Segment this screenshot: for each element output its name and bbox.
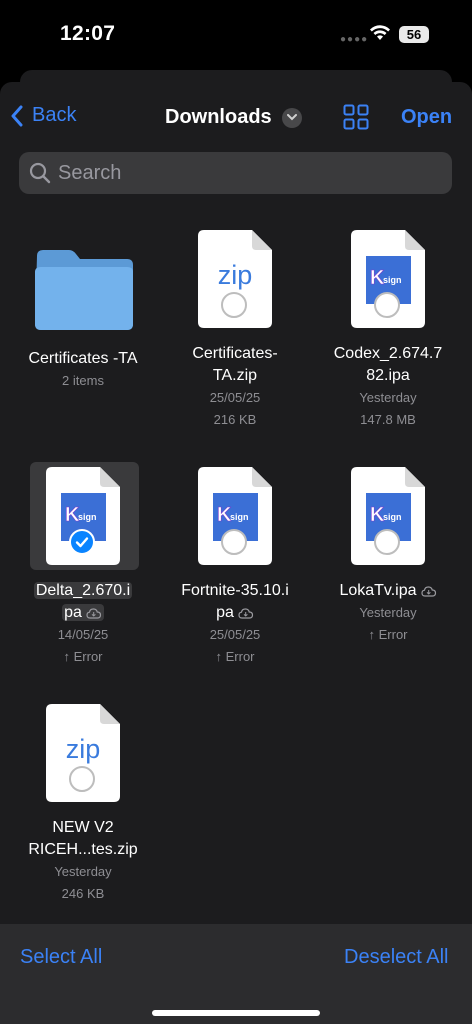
file-item[interactable]: Ksign Fortnite-35.10.i pa 25/05/25 ↑ Err…: [160, 467, 310, 668]
wifi-icon: [369, 25, 391, 46]
file-item[interactable]: zip Certificates- TA.zip 25/05/25 216 KB: [160, 230, 310, 431]
search-field[interactable]: Search: [19, 152, 452, 194]
zip-file-icon: zip: [46, 704, 120, 802]
chevron-down-icon: [281, 107, 302, 128]
file-date: Yesterday: [359, 605, 417, 620]
selection-circle[interactable]: [69, 766, 95, 792]
zip-file-icon: zip: [198, 230, 272, 328]
file-name-row: LokaTv.ipa: [313, 580, 463, 602]
ksign-file-icon: Ksign: [198, 467, 272, 565]
svg-text:sign: sign: [78, 512, 97, 522]
svg-text:sign: sign: [383, 512, 402, 522]
upload-error-status: ↑ Error: [368, 627, 408, 642]
file-name-line2: TA.zip: [212, 367, 258, 384]
title-menu[interactable]: Downloads: [165, 106, 302, 129]
file-date: 25/05/25: [209, 390, 261, 405]
file-name-highlight: Delta_2.670.i: [33, 582, 133, 599]
checkmark-icon[interactable]: [69, 529, 95, 555]
file-name-line2: pa: [64, 604, 82, 621]
status-bar: 12:07 ●●●● 56: [0, 0, 472, 70]
folder-icon: [35, 250, 133, 330]
open-button[interactable]: Open: [401, 106, 452, 129]
status-time: 12:07: [60, 22, 116, 45]
file-name-line2-row: pa: [160, 602, 310, 624]
chevron-left-icon: [11, 105, 23, 126]
select-all-button[interactable]: Select All: [20, 946, 102, 969]
zip-label: zip: [217, 260, 253, 290]
selection-circle[interactable]: [221, 292, 247, 318]
file-item[interactable]: zip NEW V2 RICEH...tes.zip Yesterday 246…: [8, 704, 158, 905]
file-name-line1: Delta_2.670.i: [8, 580, 158, 602]
signal-dots-icon: ●●●●: [340, 34, 369, 45]
upload-error-status: ↑ Error: [215, 649, 255, 664]
icloud-icon: [238, 608, 253, 619]
file-name-line1: Certificates-: [192, 345, 278, 362]
file-name-line2-row: pa: [8, 602, 158, 624]
selection-circle[interactable]: [374, 292, 400, 318]
file-size: 147.8 MB: [360, 412, 416, 427]
file-item[interactable]: Ksign Codex_2.674.7 82.ipa Yesterday 147…: [313, 230, 463, 431]
file-name-line2: 82.ipa: [366, 367, 410, 384]
zip-label: zip: [65, 734, 101, 764]
file-item-selected[interactable]: Ksign Delta_2.670.i pa 14/05/25 ↑ Error: [8, 467, 158, 668]
ksign-file-icon: Ksign: [46, 467, 120, 565]
selection-circle[interactable]: [221, 529, 247, 555]
folder-item[interactable]: Certificates -TA 2 items: [8, 235, 158, 392]
deselect-all-button[interactable]: Deselect All: [344, 946, 449, 969]
navigation-bar: Back Downloads Open: [0, 96, 472, 140]
file-date: 25/05/25: [209, 627, 261, 642]
back-button[interactable]: Back: [10, 104, 76, 127]
file-date: Yesterday: [54, 864, 112, 879]
page-title: Downloads: [165, 106, 272, 128]
icloud-icon: [420, 586, 436, 597]
file-size: 216 KB: [213, 412, 257, 427]
ksign-file-icon: Ksign: [351, 230, 425, 328]
search-icon: [29, 162, 51, 184]
file-name-line1: Fortnite-35.10.i: [181, 582, 289, 599]
file-date: Yesterday: [359, 390, 417, 405]
icloud-icon: [86, 608, 101, 619]
svg-text:sign: sign: [383, 275, 402, 285]
search-placeholder: Search: [58, 161, 122, 184]
item-count: 2 items: [62, 373, 104, 388]
file-date: 14/05/25: [57, 627, 109, 642]
file-name-line1: Codex_2.674.7: [333, 345, 443, 362]
file-name: LokaTv.ipa: [339, 582, 417, 599]
file-name-line1: NEW V2: [52, 819, 114, 836]
selection-circle[interactable]: [374, 529, 400, 555]
battery-icon: 56: [399, 26, 429, 43]
upload-error-status: ↑ Error: [63, 649, 103, 664]
file-item[interactable]: Ksign LokaTv.ipa Yesterday ↑ Error: [313, 467, 463, 646]
file-name-line2: pa: [216, 604, 234, 621]
svg-text:sign: sign: [230, 512, 249, 522]
grid-view-button[interactable]: [343, 104, 369, 135]
ksign-file-icon: Ksign: [351, 467, 425, 565]
bottom-toolbar: Select All Deselect All: [0, 924, 472, 1024]
file-name-line2: RICEH...tes.zip: [28, 841, 138, 858]
back-label: Back: [32, 104, 77, 126]
home-indicator[interactable]: [152, 1010, 320, 1016]
file-size: 246 KB: [61, 886, 105, 901]
file-name: Certificates -TA: [28, 350, 138, 367]
grid-view-icon: [343, 104, 369, 130]
